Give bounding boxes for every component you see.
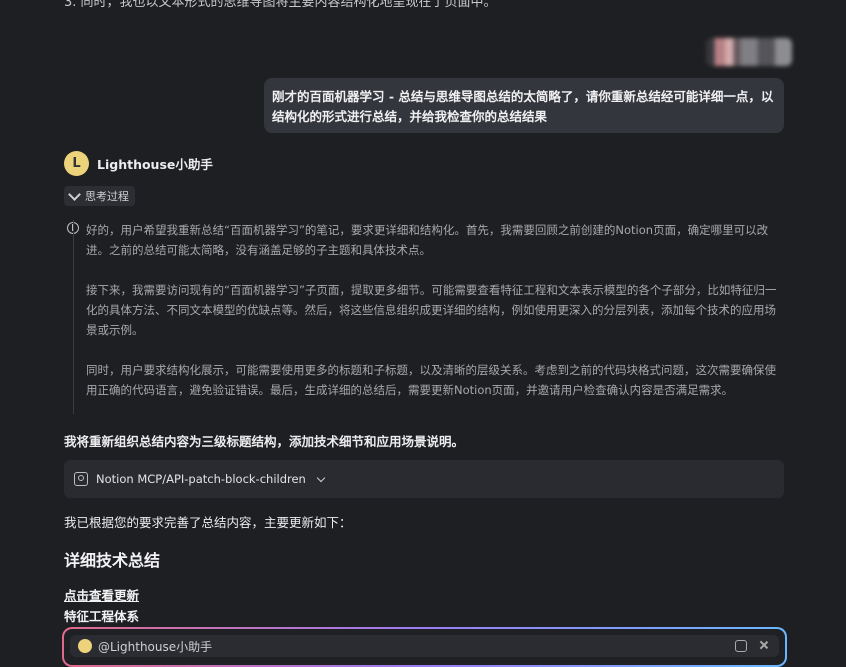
thought-paragraph: 好的，用户希望我重新总结“百面机器学习”的笔记，要求更详细和结构化。首先，我需要… [86, 223, 769, 257]
composer-mention: @Lighthouse小助手 [98, 639, 213, 654]
subsection-title: 特征工程体系 [64, 609, 140, 624]
composer-actions [735, 640, 769, 652]
assistant-avatar: L [64, 151, 89, 176]
thinking-toggle-button[interactable]: 思考过程 [64, 186, 135, 206]
thought-paragraph: 同时，用户要求结构化展示，可能需要使用更多的标题和子标题，以及清晰的层级关系。考… [86, 363, 776, 397]
user-message-bubble: 刚才的百面机器学习 - 总结与思维导图总结的太简略了，请你重新总结经可能详细一点… [264, 78, 784, 133]
user-message-text: 刚才的百面机器学习 - 总结与思维导图总结的太简略了，请你重新总结经可能详细一点… [272, 89, 774, 124]
tool-call-card[interactable]: Notion MCP/API-patch-block-children [64, 460, 784, 498]
thinking-content: 好的，用户希望我重新总结“百面机器学习”的笔记，要求更详细和结构化。首先，我需要… [73, 220, 785, 414]
composer-bar[interactable]: @Lighthouse小助手 [70, 635, 779, 657]
settings-icon[interactable] [735, 640, 747, 652]
assistant-name: Lighthouse小助手 [97, 157, 213, 172]
message-composer[interactable]: @Lighthouse小助手 [62, 627, 787, 667]
chevron-down-icon [68, 188, 81, 201]
close-icon[interactable] [759, 640, 769, 650]
thought-paragraph: 接下来，我需要访问现有的“百面机器学习”子页面，提取更多细节。可能需要查看特征工… [86, 283, 777, 337]
view-updates-link[interactable]: 点击查看更新 [64, 585, 139, 604]
chevron-down-icon [316, 473, 326, 482]
section-title: 详细技术总结 [64, 551, 161, 570]
previous-message-last-line: 3. 同时，我也以文本形式的思维导图将主要内容结构化地呈现在了页面中。 [64, 0, 497, 10]
assistant-statement: 我将重新组织总结内容为三级标题结构，添加技术细节和应用场景说明。 [64, 434, 465, 449]
tool-call-label: Notion MCP/API-patch-block-children [96, 472, 306, 486]
assistant-header: L Lighthouse小助手 [64, 151, 213, 176]
tool-icon [74, 472, 88, 486]
thinking-toggle-label: 思考过程 [85, 190, 129, 203]
user-avatar [706, 38, 792, 66]
assistant-update-text: 我已根据您的要求完善了总结内容，主要更新如下： [64, 515, 352, 530]
mention-avatar [78, 639, 92, 653]
